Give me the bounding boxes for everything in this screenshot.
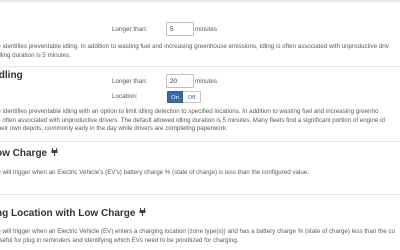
low-charge-rule-title: ow Charge xyxy=(0,148,58,160)
location-idling-rule-description: le identifies preventable idling with an… xyxy=(0,108,400,134)
idling-rule-description: le identifies preventable idling. In add… xyxy=(0,43,400,60)
location-on-button[interactable]: On xyxy=(167,91,183,103)
top-border xyxy=(0,0,400,2)
idling-minutes-input[interactable] xyxy=(166,22,194,36)
description-line: le will trigger when an Electric Vehicle… xyxy=(0,228,395,235)
description-line: idling duration is 5 minutes. xyxy=(0,51,71,59)
location-idling-rule-title: Idling xyxy=(0,70,23,81)
description-line: useful for plug in reminders and identif… xyxy=(0,236,239,244)
minutes-label: minutes xyxy=(195,78,218,85)
charging-location-rule-description: le will trigger when an Electric Vehicle… xyxy=(0,228,400,245)
plug-icon xyxy=(139,208,146,216)
description-line: is often associated with unproductive dr… xyxy=(0,116,385,124)
location-toggle: On Off xyxy=(167,91,201,103)
description-line: their own depots, commonly early in the … xyxy=(0,125,228,133)
low-charge-rule-title-text: ow Charge xyxy=(0,148,48,159)
description-line: le will trigger when an Electric Vehicle… xyxy=(0,169,309,176)
low-charge-rule-description: le will trigger when an Electric Vehicle… xyxy=(0,169,400,178)
location-off-button[interactable]: Off xyxy=(183,91,201,103)
plug-icon xyxy=(51,148,58,156)
description-line: le identifies preventable idling with an… xyxy=(0,108,379,115)
longer-than-label: Longer than: xyxy=(112,26,148,33)
longer-than-label: Longer than: xyxy=(112,78,148,85)
charging-location-rule-title-text: ng Location with Low Charge xyxy=(0,208,136,219)
description-line: le identifies preventable idling. In add… xyxy=(0,43,389,50)
section-divider xyxy=(0,194,400,195)
location-label: Location: xyxy=(112,93,138,100)
charging-location-rule-title: ng Location with Low Charge xyxy=(0,208,146,220)
section-divider xyxy=(0,141,400,142)
section-divider xyxy=(0,66,400,67)
minutes-label: minutes xyxy=(195,26,218,33)
location-idling-minutes-input[interactable] xyxy=(166,74,194,88)
